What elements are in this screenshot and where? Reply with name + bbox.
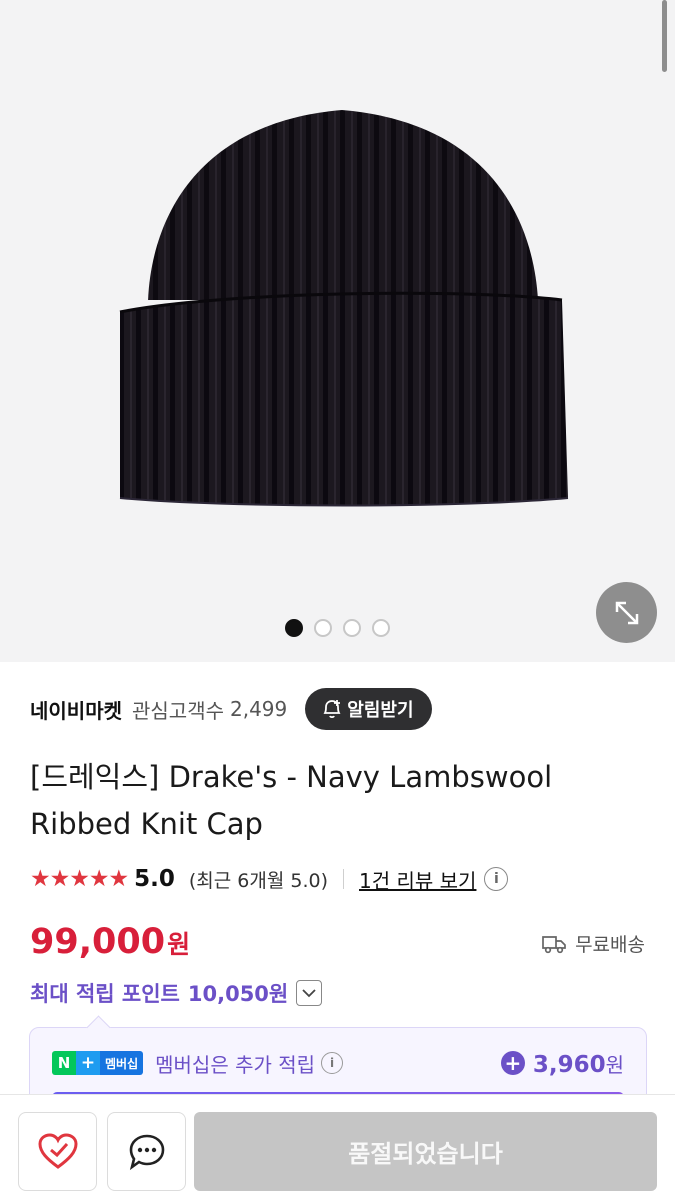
badge-plus: + [76, 1051, 100, 1075]
shipping-label: 무료배송 [575, 934, 645, 956]
scroll-indicator[interactable] [662, 0, 667, 72]
membership-text: 멤버십은 추가 적립 [155, 1052, 316, 1077]
chevron-down-icon[interactable] [296, 980, 323, 1006]
points-value: 10,050원 [187, 982, 289, 1006]
naver-plus-membership-badge: N + 멤버십 [52, 1051, 144, 1075]
seller-name[interactable]: 네이비마켓 [30, 695, 122, 724]
seller-row: 네이비마켓 관심고객수 2,499 알림받기 [30, 688, 432, 730]
like-button[interactable] [18, 1112, 97, 1191]
points-label: 최대 적립 포인트 [30, 982, 180, 1006]
bottom-action-bar: 품절되었습니다 [0, 1094, 675, 1200]
pagination-dot-2[interactable] [314, 619, 332, 637]
bell-plus-icon [323, 700, 341, 719]
product-title-line-1: [드레익스] Drake's - Navy Lambswool [30, 760, 553, 794]
review-link[interactable]: 1건 리뷰 보기 [359, 865, 476, 894]
badge-n: N [52, 1051, 76, 1075]
gallery-pagination [285, 619, 390, 637]
extra-points-amount: 3,960 [532, 1051, 606, 1078]
chat-button[interactable] [107, 1112, 186, 1191]
truck-icon [542, 935, 566, 953]
product-title-line-2: Ribbed Knit Cap [30, 807, 263, 841]
plus-circle-icon: + [500, 1051, 525, 1075]
pagination-dot-3[interactable] [343, 619, 361, 637]
rating-score: 5.0 [134, 866, 175, 892]
recent-rating: (최근 6개월 5.0) [188, 869, 328, 892]
info-icon[interactable]: i [484, 867, 509, 891]
rating-row: ★★★★★ 5.0 (최근 6개월 5.0) 1건 리뷰 보기 i [30, 862, 509, 896]
pagination-dot-1[interactable] [285, 619, 303, 637]
extra-points-currency: 원 [605, 1052, 624, 1077]
notify-button[interactable]: 알림받기 [305, 688, 432, 730]
expand-arrows-icon [615, 601, 638, 624]
followers-count: 2,499 [230, 697, 288, 721]
divider [343, 869, 344, 889]
product-image-gallery[interactable] [0, 0, 675, 662]
points-row[interactable]: 최대 적립 포인트 10,050원 [30, 976, 323, 1010]
pagination-dot-4[interactable] [372, 619, 390, 637]
product-title: [드레익스] Drake's - Navy Lambswool Ribbed K… [30, 754, 630, 848]
notify-label: 알림받기 [347, 700, 414, 721]
expand-image-button[interactable] [596, 582, 657, 643]
price-row: 99,000 원 [30, 922, 190, 968]
shipping-info: 무료배송 [541, 930, 645, 957]
info-icon[interactable]: i [321, 1052, 344, 1074]
knit-beanie-image [119, 110, 569, 507]
sold-out-button[interactable]: 품절되었습니다 [194, 1112, 657, 1191]
star-rating-icon: ★★★★★ [30, 866, 129, 892]
badge-text: 멤버십 [100, 1051, 144, 1075]
membership-row: N + 멤버십 멤버십은 추가 적립 i + 3,960원 [52, 1048, 624, 1078]
followers-label: 관심고객수 [132, 698, 224, 723]
price-amount: 99,000 [30, 922, 166, 962]
membership-extra-points: + 3,960원 [500, 1049, 624, 1078]
chat-bubble-icon [129, 1134, 164, 1170]
extra-points-value: 3,960원 [533, 1049, 624, 1078]
heart-check-icon [37, 1132, 78, 1169]
price-currency: 원 [167, 930, 191, 959]
